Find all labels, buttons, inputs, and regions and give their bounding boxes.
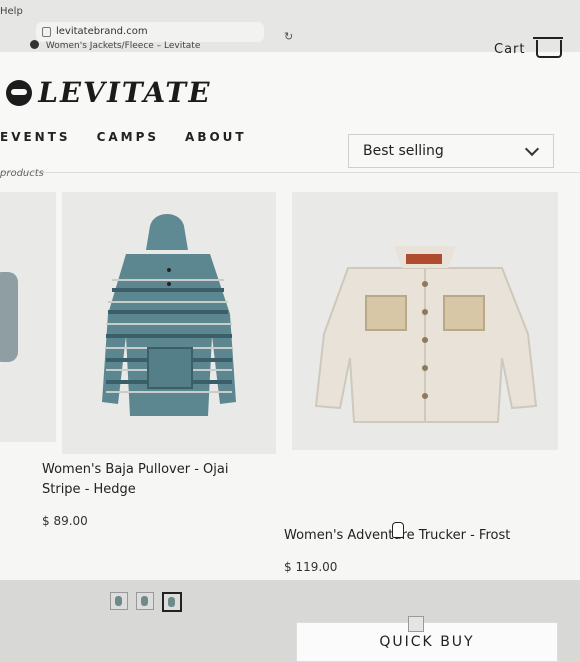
trucker-image [292, 192, 558, 450]
sort-select[interactable]: Best selling [348, 134, 554, 168]
cart-icon [532, 37, 563, 58]
color-swatch[interactable] [110, 592, 128, 610]
color-swatch[interactable] [408, 616, 424, 632]
product-price: $ 119.00 [284, 560, 338, 574]
hand-cursor-icon [392, 522, 404, 538]
nav-about[interactable]: ABOUT [185, 130, 247, 144]
product-image[interactable] [62, 192, 276, 454]
tab-title: Women's Jackets/Fleece – Levitate [45, 41, 201, 51]
browser-chrome: Help levitatebrand.com ↻ Women's Jackets… [0, 0, 580, 53]
product-title[interactable]: Women's Adventure Trucker - Frost [284, 526, 564, 546]
pullover-image [62, 192, 276, 454]
quick-buy-button[interactable]: QUICK BUY [296, 622, 558, 662]
logo-text: LEVITATE [35, 76, 215, 109]
product-price: $ 89.00 [42, 514, 88, 528]
color-swatch-selected[interactable] [162, 592, 182, 612]
cart-label: Cart [494, 41, 526, 57]
logo[interactable]: LEVITATE [6, 76, 215, 109]
site-page: LEVITATE Cart EVENTS CAMPS ABOUT Best se… [0, 37, 580, 662]
product-count: products [0, 168, 44, 179]
garment-image [0, 272, 18, 362]
chevron-down-icon [524, 141, 540, 157]
logo-icon [6, 79, 32, 106]
lock-icon [42, 27, 51, 37]
product-grid: Women's Baja Pullover - Ojai Stripe - He… [0, 192, 580, 662]
product-image[interactable] [292, 192, 558, 450]
color-swatches [110, 592, 182, 612]
browser-tab[interactable]: Women's Jackets/Fleece – Levitate [30, 40, 200, 51]
site-header: LEVITATE Cart EVENTS CAMPS ABOUT Best se… [0, 37, 580, 173]
cart-button[interactable]: Cart [494, 37, 563, 58]
product-image[interactable] [0, 192, 56, 442]
nav-camps[interactable]: CAMPS [97, 130, 159, 144]
main-nav: EVENTS CAMPS ABOUT [0, 130, 247, 144]
reload-icon[interactable]: ↻ [284, 27, 293, 47]
address-bar[interactable]: levitatebrand.com ↻ [36, 22, 293, 43]
color-swatch[interactable] [136, 592, 154, 610]
favicon-icon [30, 40, 39, 49]
url-text: levitatebrand.com [56, 26, 148, 37]
sort-selected-label: Best selling [363, 143, 444, 159]
product-title[interactable]: Women's Baja Pullover - Ojai Stripe - He… [42, 460, 262, 500]
nav-events[interactable]: EVENTS [0, 130, 71, 144]
menu-help[interactable]: Help [0, 6, 23, 17]
